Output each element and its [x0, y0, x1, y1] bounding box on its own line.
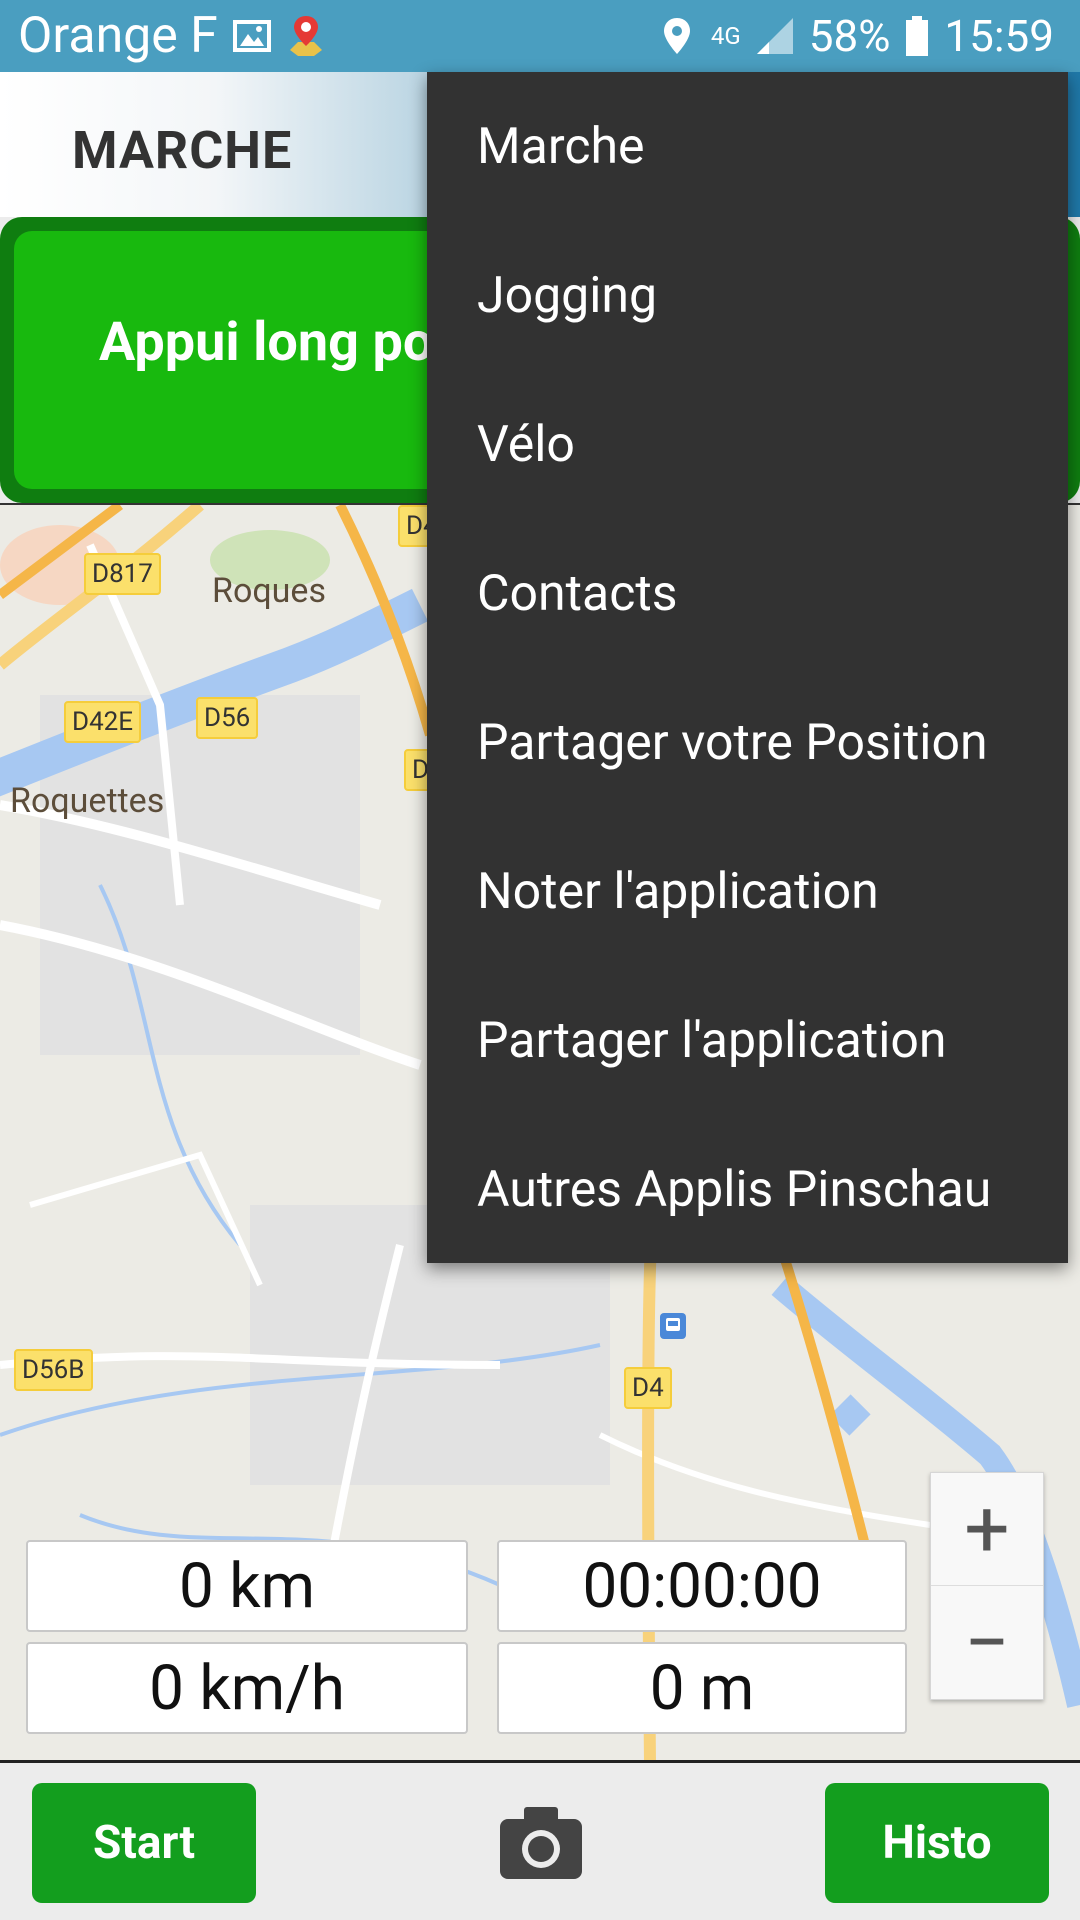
zoom-controls: + − — [930, 1472, 1044, 1700]
road-label: D56B — [14, 1349, 93, 1391]
road-label: D817 — [84, 553, 161, 595]
menu-item-other-apps[interactable]: Autres Applis Pinschau — [427, 1115, 1068, 1264]
start-button[interactable]: Start — [32, 1783, 256, 1903]
camera-icon[interactable] — [500, 1807, 582, 1879]
road-label: D4 — [624, 1367, 672, 1409]
zoom-in-button[interactable]: + — [931, 1473, 1043, 1586]
zoom-out-button[interactable]: − — [931, 1586, 1043, 1699]
menu-item-marche[interactable]: Marche — [427, 72, 1068, 221]
duration-value: 00:00:00 — [497, 1540, 907, 1632]
battery-icon — [906, 16, 929, 56]
signal-icon — [756, 18, 793, 54]
speed-value: 0 km/h — [26, 1642, 468, 1734]
overflow-menu: Marche Jogging Vélo Contacts Partager vo… — [427, 72, 1068, 1263]
clock: 15:59 — [944, 10, 1054, 62]
menu-item-velo[interactable]: Vélo — [427, 370, 1068, 519]
bottom-bar: Start Histo — [0, 1760, 1080, 1920]
menu-item-contacts[interactable]: Contacts — [427, 519, 1068, 668]
status-bar: Orange F 4G 58% 15:59 — [0, 0, 1080, 72]
altitude-value: 0 m — [497, 1642, 907, 1734]
road-label: D42E — [64, 701, 142, 743]
bus-stop-icon — [660, 1313, 686, 1339]
activity-title[interactable]: MARCHE — [72, 120, 292, 181]
place-label: Roques — [212, 571, 326, 611]
network-type: 4G — [710, 22, 741, 50]
carrier-name: Orange F — [18, 7, 218, 65]
menu-item-share-app[interactable]: Partager l'application — [427, 966, 1068, 1115]
distance-value: 0 km — [26, 1540, 468, 1632]
place-label: Roquettes — [10, 781, 165, 821]
menu-item-rate-app[interactable]: Noter l'application — [427, 817, 1068, 966]
histo-button[interactable]: Histo — [825, 1783, 1049, 1903]
battery-percent: 58% — [808, 10, 891, 62]
image-icon — [232, 20, 271, 52]
road-label: D56 — [196, 697, 259, 739]
menu-item-jogging[interactable]: Jogging — [427, 221, 1068, 370]
map-pin-app-icon — [289, 16, 322, 56]
instruction-text: Appui long po — [99, 311, 434, 374]
menu-item-share-position[interactable]: Partager votre Position — [427, 668, 1068, 817]
location-icon — [663, 18, 690, 54]
